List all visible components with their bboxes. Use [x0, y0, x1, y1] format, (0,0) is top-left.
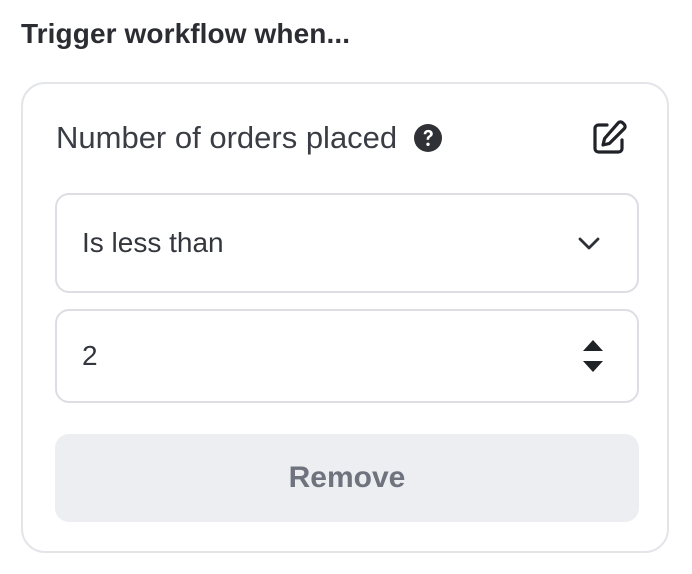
- operator-select[interactable]: Is less than: [55, 193, 639, 293]
- operator-value: Is less than: [82, 227, 224, 258]
- order-count-value: 2: [82, 340, 98, 371]
- order-count-input[interactable]: 2: [55, 309, 639, 403]
- remove-button[interactable]: Remove: [55, 434, 639, 522]
- trigger-condition-card: Number of orders placed Is less than 2 R…: [21, 82, 669, 553]
- trigger-settings-panel: Trigger workflow when... Number of order…: [0, 0, 692, 574]
- condition-header: Number of orders placed: [56, 116, 443, 160]
- edit-icon[interactable]: [589, 118, 629, 158]
- condition-title: Number of orders placed: [56, 120, 398, 155]
- help-icon[interactable]: [413, 123, 443, 153]
- up-down-stepper-icon[interactable]: [579, 336, 607, 376]
- section-title: Trigger workflow when...: [21, 18, 351, 49]
- chevron-down-icon: [575, 229, 603, 257]
